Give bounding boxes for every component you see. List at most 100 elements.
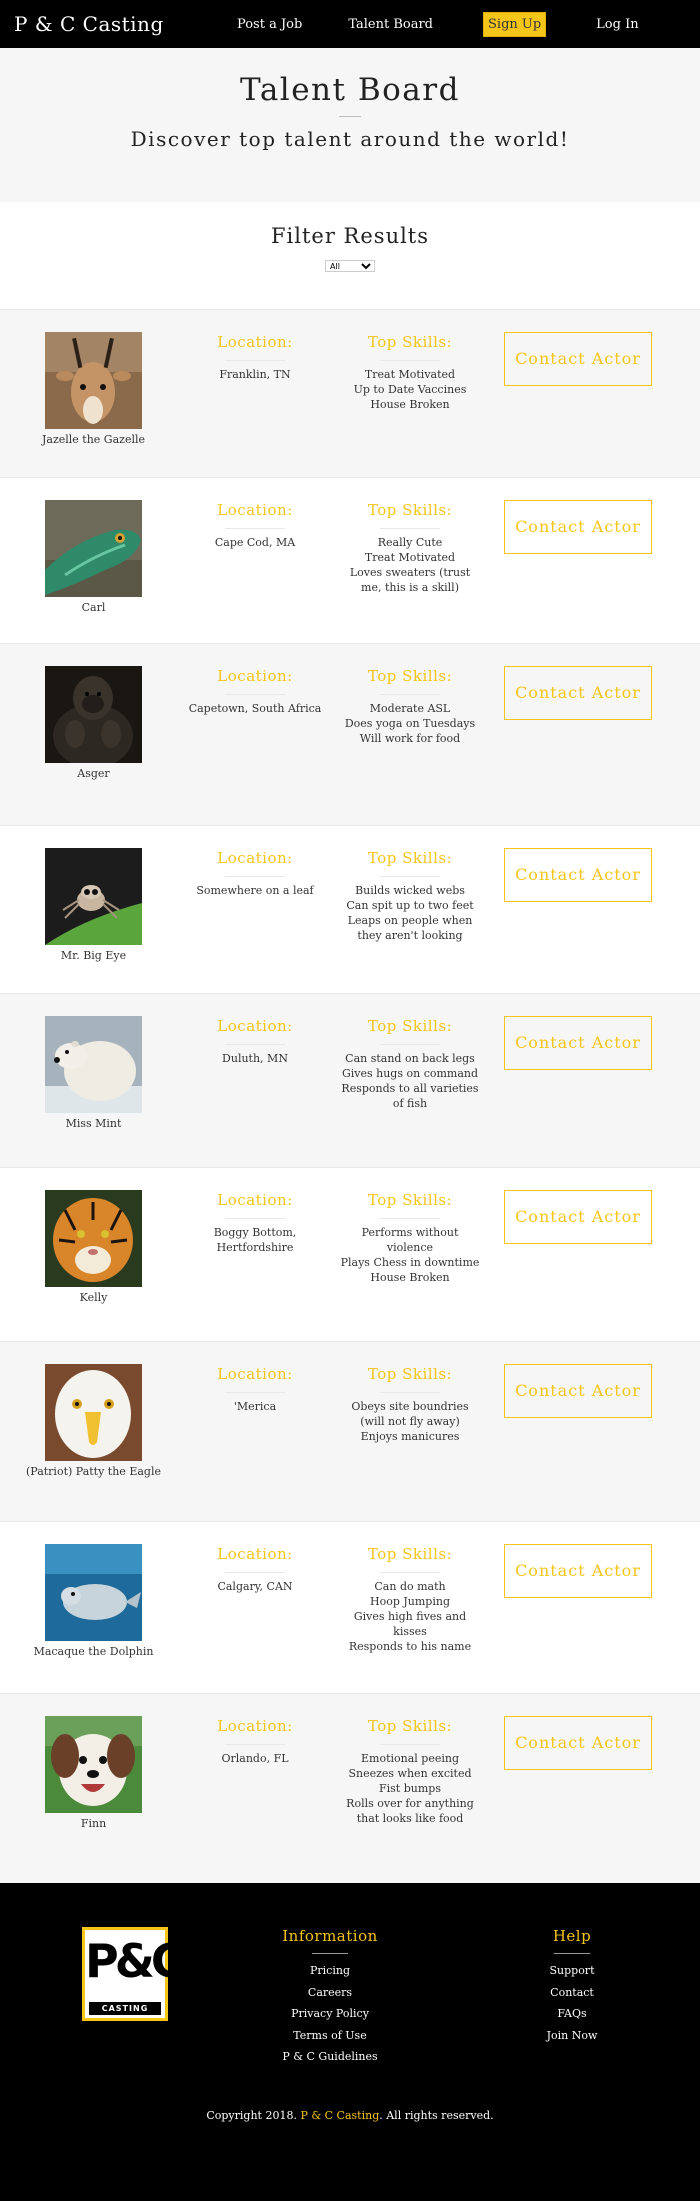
location-heading: Location: (217, 667, 293, 685)
talent-card: Macaque the Dolphin Location: Calgary, CAN… (0, 1521, 700, 1693)
footer-link-careers[interactable]: Careers (260, 1982, 400, 2004)
skill-item: Treat Motivated (364, 368, 456, 381)
talent-photo (45, 1364, 142, 1461)
column-divider (380, 1392, 440, 1393)
talent-photo (45, 1544, 142, 1641)
nav-sign-up-button[interactable]: Sign Up (483, 11, 547, 37)
logo-text: CASTING (89, 2002, 161, 2015)
column-divider (380, 528, 440, 529)
talent-card: (Patriot) Patty the Eagle Location: 'Meric… (0, 1341, 700, 1521)
talent-location: Orlando, FL (221, 1752, 289, 1765)
column-divider (380, 1744, 440, 1745)
column-divider (225, 528, 285, 529)
skills-heading: Top Skills: (367, 501, 453, 519)
column-divider (225, 360, 285, 361)
talent-list: Jazelle the Gazelle Location: Franklin, TN… (0, 309, 700, 1883)
skills-column: Top Skills: Emotional peeing Sneezes when … (340, 1716, 480, 1826)
skills-list: Can do math Hoop Jumping Gives high fives … (340, 1579, 480, 1654)
skills-heading: Top Skills: (367, 1717, 453, 1735)
skill-item: Up to Date Vaccines (353, 383, 467, 396)
talent-location: Boggy Bottom, Hertfordshire (213, 1226, 297, 1254)
footer-logo[interactable]: P&C CASTING (82, 1927, 185, 2021)
location-column: Location: Orlando, FL (180, 1716, 330, 1766)
skills-heading: Top Skills: (367, 1365, 453, 1383)
contact-actor-button[interactable]: Contact Actor (504, 666, 652, 720)
talent-photo (45, 1716, 142, 1813)
skills-list: Emotional peeing Sneezes when excited Fist… (340, 1751, 480, 1826)
skill-item: Obeys site boundries (will not fly away) (351, 1400, 469, 1428)
contact-actor-button[interactable]: Contact Actor (504, 1544, 652, 1598)
skill-item: Builds wicked webs (355, 884, 465, 897)
copyright-brand-link[interactable]: P & C Casting (300, 2109, 379, 2122)
talent-name: Finn (80, 1817, 107, 1830)
hero-section: Talent Board Discover top talent around … (0, 48, 700, 202)
skill-item: Plays Chess in downtime (340, 1256, 480, 1269)
skills-column: Top Skills: Can stand on back legs Gives h… (340, 1016, 480, 1111)
talent-name: Asger (77, 767, 110, 780)
contact-actor-button[interactable]: Contact Actor (504, 1716, 652, 1770)
footer-link-guidelines[interactable]: P & C Guidelines (260, 2046, 400, 2068)
contact-actor-button[interactable]: Contact Actor (504, 1190, 652, 1244)
talent-card: Jazelle the Gazelle Location: Franklin, TN… (0, 309, 700, 477)
nav-post-job-link[interactable]: Post a Job (237, 17, 302, 32)
brand-logo-text[interactable]: P & C Casting (14, 12, 237, 36)
location-heading: Location: (217, 501, 293, 519)
skills-list: Builds wicked webs Can spit up to two fee… (340, 883, 480, 943)
skill-item: Rolls over for anything that looks like … (346, 1797, 474, 1825)
column-divider (225, 1392, 285, 1393)
location-heading: Location: (217, 1191, 293, 1209)
skills-heading: Top Skills: (367, 849, 453, 867)
skills-heading: Top Skills: (367, 333, 453, 351)
talent-name: Carl (81, 601, 106, 614)
talent-name: (Patriot) Patty the Eagle (26, 1465, 161, 1478)
top-navbar: P & C Casting Post a Job Talent Board Si… (0, 0, 700, 48)
footer-link-contact[interactable]: Contact (522, 1982, 622, 2004)
skills-list: Performs without violence Plays Chess in … (340, 1225, 480, 1285)
skill-item: House Broken (370, 398, 450, 411)
talent-photo (45, 332, 142, 429)
filter-select[interactable]: All (325, 260, 375, 272)
talent-location: Duluth, MN (222, 1052, 288, 1065)
nav-log-in-link[interactable]: Log In (596, 17, 638, 32)
contact-actor-button[interactable]: Contact Actor (504, 1016, 652, 1070)
location-column: Location: Calgary, CAN (180, 1544, 330, 1594)
skill-item: Sneezes when excited (348, 1767, 472, 1780)
talent-name: Kelly (79, 1291, 108, 1304)
skills-column: Top Skills: Treat Motivated Up to Date Vac… (340, 332, 480, 412)
location-column: Location: Duluth, MN (180, 1016, 330, 1066)
footer-link-join-now[interactable]: Join Now (522, 2025, 622, 2047)
skills-column: Top Skills: Obeys site boundries (will no… (340, 1364, 480, 1444)
footer-link-privacy-policy[interactable]: Privacy Policy (260, 2003, 400, 2025)
footer-link-pricing[interactable]: Pricing (260, 1960, 400, 1982)
talent-card: Mr. Big Eye Location: Somewhere on a leaf T… (0, 825, 700, 993)
location-heading: Location: (217, 1365, 293, 1383)
column-divider (225, 876, 285, 877)
footer-link-terms-of-use[interactable]: Terms of Use (260, 2025, 400, 2047)
filter-title: Filter Results (270, 224, 430, 248)
column-divider (225, 694, 285, 695)
skill-item: Emotional peeing (360, 1752, 459, 1765)
location-column: Location: Cape Cod, MA (180, 500, 330, 550)
skill-item: Gives high fives and kisses (353, 1610, 467, 1638)
skill-item: Responds to all varieties of fish (341, 1082, 479, 1110)
footer-information-column: Information Pricing Careers Privacy Poli… (260, 1927, 400, 2068)
column-divider (225, 1044, 285, 1045)
copyright-prefix: Copyright 2018. (206, 2109, 297, 2122)
column-divider (380, 360, 440, 361)
nav-talent-board-link[interactable]: Talent Board (348, 17, 433, 32)
footer-link-faqs[interactable]: FAQs (522, 2003, 622, 2025)
copyright-suffix: . All rights reserved. (379, 2109, 494, 2122)
contact-actor-button[interactable]: Contact Actor (504, 848, 652, 902)
location-column: Location: Capetown, South Africa (180, 666, 330, 716)
location-heading: Location: (217, 1717, 293, 1735)
skills-column: Top Skills: Can do math Hoop Jumping Gives … (340, 1544, 480, 1654)
contact-actor-button[interactable]: Contact Actor (504, 500, 652, 554)
contact-actor-button[interactable]: Contact Actor (504, 1364, 652, 1418)
contact-actor-button[interactable]: Contact Actor (504, 332, 652, 386)
skill-item: Can spit up to two feet (346, 899, 474, 912)
skill-item: Hoop Jumping (370, 1595, 450, 1608)
location-column: Location: Franklin, TN (180, 332, 330, 382)
footer-help-title: Help (552, 1927, 592, 1945)
footer-link-support[interactable]: Support (522, 1960, 622, 1982)
talent-photo (45, 1016, 142, 1113)
